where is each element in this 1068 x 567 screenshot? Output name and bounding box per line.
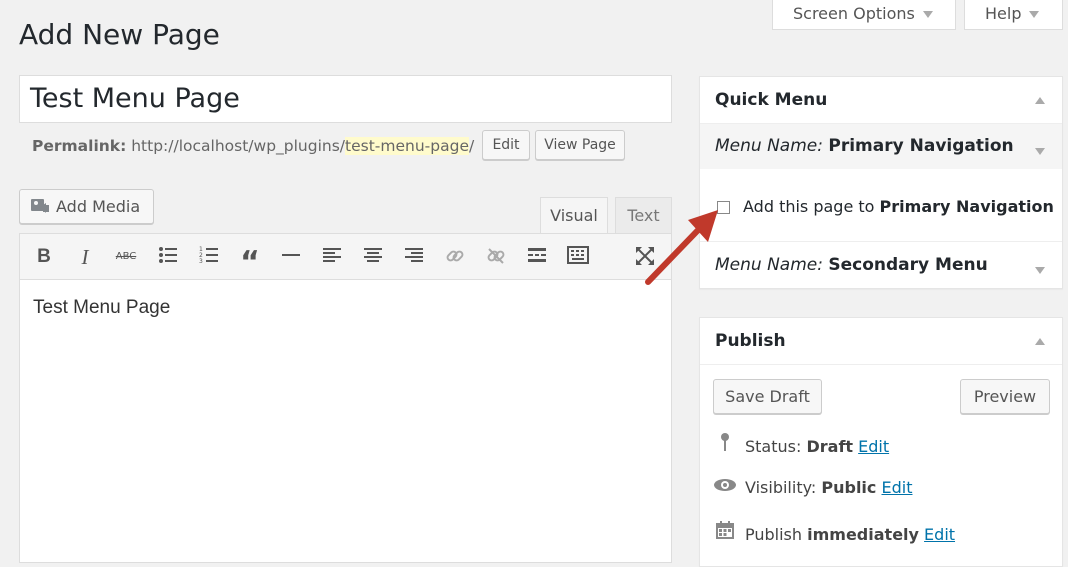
status-row: Status: Draft Edit (713, 432, 889, 456)
align-right-icon[interactable] (403, 246, 425, 268)
publish-date-row: Publish immediately Edit (713, 520, 955, 544)
help-label: Help (985, 4, 1022, 23)
menu-name-prefix: Menu Name: (715, 255, 823, 275)
view-page-button[interactable]: View Page (535, 130, 625, 160)
collapse-up-icon[interactable] (1035, 97, 1045, 104)
menu-secondary-name: Secondary Menu (828, 255, 988, 275)
publish-label: Publish (745, 525, 803, 544)
visibility-edit-link[interactable]: Edit (882, 478, 913, 497)
numbered-list-icon[interactable]: 123 (198, 246, 220, 268)
horizontal-rule-icon[interactable] (280, 246, 302, 268)
permalink-row: Permalink: http://localhost/wp_plugins/t… (32, 137, 474, 155)
help-tab[interactable]: Help (964, 0, 1063, 30)
quick-menu-box: Quick Menu Menu Name: Primary Navigation… (699, 76, 1063, 289)
screen-options-tab[interactable]: Screen Options (772, 0, 956, 30)
italic-icon[interactable]: I (74, 246, 96, 268)
insert-link-icon[interactable] (444, 246, 466, 268)
annotation-arrow-icon (645, 210, 718, 285)
add-media-label: Add Media (56, 197, 141, 216)
svg-text:3: 3 (199, 258, 203, 264)
permalink-label: Permalink: (32, 137, 127, 155)
permalink-slug[interactable]: test-menu-page (345, 137, 469, 155)
checkbox-label-menu: Primary Navigation (879, 197, 1054, 216)
checkbox-label-prefix: Add this page to (743, 197, 875, 216)
editor-content[interactable]: Test Menu Page (33, 297, 170, 319)
menu-name-prefix: Menu Name: (715, 136, 823, 156)
chevron-down-icon[interactable] (1035, 148, 1045, 155)
post-title-input[interactable]: Test Menu Page (19, 75, 672, 123)
menu-primary-header[interactable]: Menu Name: Primary Navigation (700, 124, 1062, 169)
status-value: Draft (806, 437, 854, 456)
collapse-up-icon[interactable] (1035, 338, 1045, 345)
permalink-edit-button[interactable]: Edit (482, 130, 530, 160)
chevron-down-icon[interactable] (1035, 267, 1045, 274)
menu-primary-name: Primary Navigation (828, 136, 1014, 156)
publish-title: Publish (715, 331, 786, 351)
visibility-label: Visibility: (745, 478, 817, 497)
align-center-icon[interactable] (362, 246, 384, 268)
blockquote-icon[interactable]: “ (239, 246, 261, 280)
add-media-button[interactable]: Add Media (19, 189, 154, 224)
add-to-primary-label[interactable]: Add this page to Primary Navigation (743, 197, 1054, 216)
bullet-list-icon[interactable] (157, 246, 179, 268)
editor-toolbar: B I ABC 123 “ (20, 234, 671, 280)
status-edit-link[interactable]: Edit (858, 437, 889, 456)
preview-button[interactable]: Preview (960, 379, 1050, 414)
bold-icon[interactable]: B (33, 246, 55, 268)
status-label: Status: (745, 437, 802, 456)
editor-area[interactable] (19, 233, 672, 563)
quick-menu-title: Quick Menu (715, 90, 828, 110)
permalink-trailing: / (468, 137, 475, 155)
screen-options-label: Screen Options (793, 4, 915, 23)
calendar-icon (713, 520, 737, 544)
eye-icon (713, 477, 737, 497)
menu-secondary-header[interactable]: Menu Name: Secondary Menu (700, 242, 1062, 288)
remove-link-icon[interactable] (485, 246, 507, 268)
visibility-row: Visibility: Public Edit (713, 477, 912, 497)
chevron-down-icon (922, 11, 933, 18)
strikethrough-icon[interactable]: ABC (115, 246, 137, 268)
pin-icon (713, 432, 737, 456)
save-draft-button[interactable]: Save Draft (713, 379, 822, 414)
publish-date-edit-link[interactable]: Edit (924, 525, 955, 544)
tab-visual[interactable]: Visual (540, 197, 608, 234)
publish-value: immediately (807, 525, 919, 544)
permalink-base-url: http://localhost/wp_plugins/ (131, 137, 346, 155)
toolbar-toggle-icon[interactable] (567, 246, 589, 268)
page-title: Add New Page (19, 18, 220, 51)
chevron-down-icon (1029, 11, 1040, 18)
media-icon (31, 199, 49, 213)
read-more-icon[interactable] (526, 246, 548, 268)
align-left-icon[interactable] (321, 246, 343, 268)
visibility-value: Public (821, 478, 877, 497)
